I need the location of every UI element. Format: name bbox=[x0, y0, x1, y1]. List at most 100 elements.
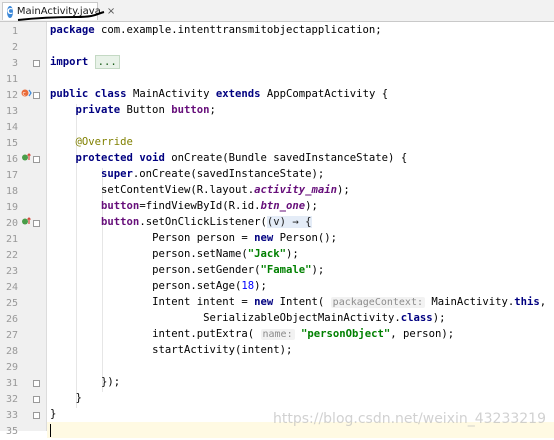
punct: } bbox=[75, 392, 82, 404]
method-call: startActivity(intent); bbox=[152, 344, 293, 356]
parameter-hint: packageContext: bbox=[330, 297, 425, 308]
fold-toggle[interactable] bbox=[33, 156, 40, 163]
method-call: setContentView(R.layout. bbox=[101, 184, 255, 196]
code-line: person.setAge(18); bbox=[47, 278, 554, 294]
field-name: button bbox=[101, 200, 140, 212]
code-line: SerializableObjectMainActivity.class); bbox=[47, 310, 554, 326]
code-line: }); bbox=[47, 374, 554, 390]
keyword: void bbox=[139, 152, 165, 164]
line-number: 13 bbox=[5, 106, 18, 117]
editor-tab-bar: C MainActivity.java × bbox=[0, 0, 554, 22]
method-call: =findViewById(R.id. bbox=[139, 200, 261, 212]
watermark: https://blog.csdn.net/weixin_43233219 bbox=[272, 411, 546, 427]
tab-mainactivity-java[interactable]: C MainActivity.java × bbox=[2, 2, 115, 20]
fold-toggle[interactable] bbox=[33, 396, 40, 403]
variable-declaration: Person person = bbox=[152, 232, 255, 244]
punct: }); bbox=[101, 376, 121, 388]
line-number: 28 bbox=[5, 346, 18, 357]
fold-toggle[interactable] bbox=[33, 92, 40, 99]
code-line: private Button button; bbox=[47, 102, 554, 118]
keyword: new bbox=[254, 232, 274, 244]
code-line: intent.putExtra( name: "personObject", p… bbox=[47, 326, 554, 342]
fold-toggle[interactable] bbox=[33, 60, 40, 67]
method-call: .onCreate(savedInstanceState); bbox=[132, 168, 325, 180]
line-number: 22 bbox=[5, 250, 18, 261]
implement-icon[interactable] bbox=[21, 152, 32, 168]
superclass-name: AppCompatActivity { bbox=[260, 88, 389, 100]
keyword: import bbox=[50, 56, 89, 68]
code-line: super.onCreate(savedInstanceState); bbox=[47, 166, 554, 182]
line-number: 23 bbox=[5, 266, 18, 277]
line-number: 3 bbox=[11, 58, 18, 69]
implement-icon[interactable] bbox=[21, 216, 32, 232]
lambda-expression[interactable]: (v) → { bbox=[266, 216, 312, 228]
parameter-hint: name: bbox=[260, 329, 295, 340]
constructor-call: Intent( bbox=[273, 296, 331, 308]
package-name: com.example.intenttransmitobjectapplicat… bbox=[94, 24, 382, 36]
punct: ); bbox=[432, 312, 446, 324]
static-field: activity_main bbox=[254, 184, 338, 196]
class-file-icon: C bbox=[7, 5, 13, 18]
method-call: .setOnClickListener( bbox=[139, 216, 267, 228]
line-number-gutter: 1 2 3 11 12 13 14 15 16 17 18 19 20 21 2… bbox=[0, 22, 47, 437]
close-icon[interactable]: × bbox=[107, 6, 115, 17]
string-literal: "personObject" bbox=[301, 328, 391, 340]
code-editor[interactable]: 1 2 3 11 12 13 14 15 16 17 18 19 20 21 2… bbox=[0, 22, 554, 438]
line-number: 12 bbox=[5, 90, 18, 101]
keyword: super bbox=[101, 168, 133, 180]
string-literal: "Famale" bbox=[260, 264, 312, 276]
fold-toggle[interactable] bbox=[33, 380, 40, 387]
field-name: button bbox=[171, 104, 210, 116]
keyword: package bbox=[50, 24, 95, 36]
class-ref: SerializableObjectMainActivity. bbox=[203, 312, 401, 324]
folded-imports[interactable]: ... bbox=[94, 55, 120, 69]
static-field: btn_one bbox=[260, 200, 306, 212]
override-icon[interactable]: c bbox=[21, 88, 32, 104]
code-line: @Override bbox=[47, 134, 554, 150]
keyword: public bbox=[50, 88, 89, 100]
line-number: 25 bbox=[5, 298, 18, 309]
line-number: 18 bbox=[5, 186, 18, 197]
line-number: 17 bbox=[5, 170, 18, 181]
text-caret bbox=[50, 423, 51, 437]
line-number: 29 bbox=[5, 362, 18, 373]
keyword: protected bbox=[75, 152, 133, 164]
fold-toggle[interactable] bbox=[33, 220, 40, 227]
keyword: class bbox=[400, 312, 433, 324]
keyword: private bbox=[75, 104, 121, 116]
code-line: Intent intent = new Intent( packageConte… bbox=[47, 294, 554, 310]
method-call: person.setName( bbox=[152, 248, 248, 260]
line-number: 24 bbox=[5, 282, 18, 293]
code-line: } bbox=[47, 390, 554, 406]
method-args: , person); bbox=[390, 328, 455, 340]
line-number: 19 bbox=[5, 202, 18, 213]
line-number: 2 bbox=[11, 42, 18, 53]
type-name: Button bbox=[120, 104, 172, 116]
code-area[interactable]: package com.example.intenttransmitobject… bbox=[47, 22, 554, 438]
punct: ); bbox=[337, 184, 350, 196]
code-line: person.setGender("Famale"); bbox=[47, 262, 554, 278]
keyword: this bbox=[514, 296, 540, 308]
keyword: new bbox=[254, 296, 274, 308]
punct: ); bbox=[286, 248, 299, 260]
line-number: 26 bbox=[5, 314, 18, 325]
line-number: 16 bbox=[5, 154, 18, 165]
line-number: 35 bbox=[5, 426, 18, 437]
line-number: 27 bbox=[5, 330, 18, 341]
tab-label: MainActivity.java bbox=[16, 6, 101, 17]
code-line: button=findViewById(R.id.btn_one); bbox=[47, 198, 554, 214]
variable-declaration: Intent intent = bbox=[152, 296, 255, 308]
line-number: 20 bbox=[5, 218, 18, 229]
fold-toggle[interactable] bbox=[33, 412, 40, 419]
class-ref: MainActivity. bbox=[424, 296, 515, 308]
line-number: 31 bbox=[5, 378, 18, 389]
constructor-call: Person(); bbox=[273, 232, 338, 244]
string-literal: "Jack" bbox=[247, 248, 287, 260]
code-line: protected void onCreate(Bundle savedInst… bbox=[47, 150, 554, 166]
code-line: button.setOnClickListener((v) → { bbox=[47, 214, 554, 230]
annotation: @Override bbox=[75, 136, 133, 148]
class-name: MainActivity bbox=[126, 88, 216, 100]
punct: ); bbox=[311, 264, 325, 276]
method-call: intent.putExtra( bbox=[152, 328, 261, 340]
line-number: 1 bbox=[11, 26, 18, 37]
